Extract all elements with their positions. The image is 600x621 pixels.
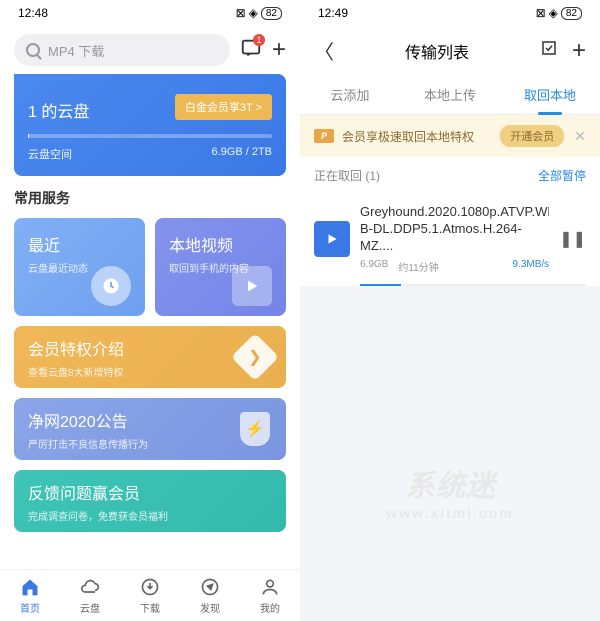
task-header: 正在取回 (1) 全部暂停 — [300, 157, 600, 194]
status-bar: 12:48 ⊠ ◈ 82 — [0, 0, 300, 26]
search-input[interactable]: MP4 下载 — [14, 34, 230, 66]
back-button[interactable]: 〈 — [314, 36, 334, 65]
nav-bar: 首页 云盘 下载 发现 我的 — [0, 569, 300, 621]
tile-title: 最近 — [28, 232, 131, 256]
status-time: 12:48 — [18, 6, 48, 20]
tile-sub: 严厉打击不良信息传播行为 — [28, 436, 148, 451]
home-icon — [19, 576, 41, 598]
watermark: 系统迷 www.xitmi.com — [386, 461, 513, 521]
task-size: 6.9GB — [360, 259, 388, 274]
storage-label: 云盘空间 — [28, 146, 72, 162]
section-title: 常用服务 — [14, 188, 286, 208]
tab-fetch-local[interactable]: 取回本地 — [500, 75, 600, 114]
pause-all-button[interactable]: 全部暂停 — [538, 167, 586, 184]
nav-label: 首页 — [20, 600, 40, 615]
title-bar: 〈 传输列表 + — [300, 26, 600, 75]
status-icons: ⊠ ◈ 82 — [536, 6, 582, 20]
tile-title: 会员特权介绍 — [28, 336, 124, 360]
feedback-tile[interactable]: 反馈问题赢会员 完成调查问卷，免费获会员福利 — [14, 470, 286, 532]
folder-tab-icon — [14, 74, 74, 80]
tabs: 云添加 本地上传 取回本地 — [300, 75, 600, 115]
header: MP4 下载 1 + — [0, 26, 300, 74]
nav-download[interactable]: 下载 — [139, 576, 161, 615]
status-time: 12:49 — [318, 6, 348, 20]
nav-home[interactable]: 首页 — [19, 576, 41, 615]
status-icons: ⊠ ◈ 82 — [236, 6, 282, 20]
phone-left: 12:48 ⊠ ◈ 82 MP4 下载 1 + 1 的云盘 白金会员享3T > … — [0, 0, 300, 621]
empty-area: 系统迷 www.xitmi.com — [300, 286, 600, 621]
page-title: 传输列表 — [405, 39, 469, 63]
nav-label: 下载 — [140, 600, 160, 615]
battery-icon: 82 — [261, 7, 282, 20]
search-icon — [26, 43, 40, 57]
storage-usage: 6.9GB / 2TB — [211, 146, 272, 162]
chevron-down-icon: ❯ — [238, 340, 272, 374]
storage-info: 云盘空间 6.9GB / 2TB — [28, 146, 272, 162]
task-item[interactable]: Greyhound.2020.1080p.ATVP.WE B-DL.DDP5.1… — [300, 194, 600, 284]
vip-intro-tile[interactable]: 会员特权介绍 查看云盘8大新增特权 ❯ — [14, 326, 286, 388]
storage-progress — [28, 134, 272, 138]
vip-button[interactable]: 白金会员享3T > — [175, 94, 272, 120]
select-button[interactable] — [540, 39, 558, 62]
add-button[interactable]: + — [572, 37, 586, 65]
nav-discover[interactable]: 发现 — [199, 576, 221, 615]
clean-tile[interactable]: 净网2020公告 严厉打击不良信息传播行为 ⚡ — [14, 398, 286, 460]
task-name: Greyhound.2020.1080p.ATVP.WE B-DL.DDP5.1… — [360, 204, 549, 255]
task-eta: 约11分钟 — [398, 259, 438, 274]
video-thumb-icon — [314, 221, 350, 257]
close-banner-button[interactable]: ✕ — [574, 128, 586, 145]
tile-title: 净网2020公告 — [28, 408, 148, 432]
search-placeholder: MP4 下载 — [48, 41, 104, 60]
shield-icon: ⚡ — [238, 412, 272, 446]
vip-logo-icon: P — [314, 129, 334, 143]
cloud-icon — [79, 576, 101, 598]
badge: 1 — [253, 34, 265, 46]
wifi-icon: ◈ — [549, 6, 558, 20]
open-vip-button[interactable]: 开通会员 — [500, 125, 564, 147]
play-icon — [232, 266, 272, 306]
task-speed: 9.3MB/s — [513, 259, 550, 274]
user-icon — [259, 576, 281, 598]
content: 1 的云盘 白金会员享3T > 云盘空间 6.9GB / 2TB 常用服务 最近… — [0, 74, 300, 569]
watermark-title: 系统迷 — [386, 461, 513, 505]
messages-button[interactable]: 1 — [240, 37, 262, 64]
compass-icon — [199, 576, 221, 598]
tab-cloud-add[interactable]: 云添加 — [300, 75, 400, 114]
battery-icon: 82 — [561, 7, 582, 20]
wifi-icon: ◈ — [249, 6, 258, 20]
nav-cloud[interactable]: 云盘 — [79, 576, 101, 615]
tasks-count: 正在取回 (1) — [314, 167, 380, 184]
nav-label: 云盘 — [80, 600, 100, 615]
watermark-url: www.xitmi.com — [386, 505, 513, 521]
cloud-storage-card[interactable]: 1 的云盘 白金会员享3T > 云盘空间 6.9GB / 2TB — [14, 74, 286, 176]
tile-title: 反馈问题赢会员 — [28, 480, 168, 504]
download-icon — [139, 576, 161, 598]
nav-label: 发现 — [200, 600, 220, 615]
tile-sub: 完成调查问卷，免费获会员福利 — [28, 508, 168, 523]
local-video-tile[interactable]: 本地视频 取回到手机的内容 — [155, 218, 286, 316]
phone-right: 12:49 ⊠ ◈ 82 〈 传输列表 + 云添加 本地上传 取回本地 P 会员… — [300, 0, 600, 621]
vip-text: 会员享极速取回本地特权 — [342, 128, 474, 145]
clock-icon — [91, 266, 131, 306]
add-button[interactable]: + — [272, 36, 286, 64]
pause-button[interactable]: ❚❚ — [559, 229, 586, 249]
alarm-icon: ⊠ — [536, 6, 546, 20]
nav-me[interactable]: 我的 — [259, 576, 281, 615]
tab-local-upload[interactable]: 本地上传 — [400, 75, 500, 114]
tile-sub: 查看云盘8大新增特权 — [28, 364, 124, 379]
status-bar: 12:49 ⊠ ◈ 82 — [300, 0, 600, 26]
tile-title: 本地视频 — [169, 232, 272, 256]
nav-label: 我的 — [260, 600, 280, 615]
recent-tile[interactable]: 最近 云盘最近动态 — [14, 218, 145, 316]
vip-banner: P 会员享极速取回本地特权 开通会员 ✕ — [300, 115, 600, 157]
alarm-icon: ⊠ — [236, 6, 246, 20]
